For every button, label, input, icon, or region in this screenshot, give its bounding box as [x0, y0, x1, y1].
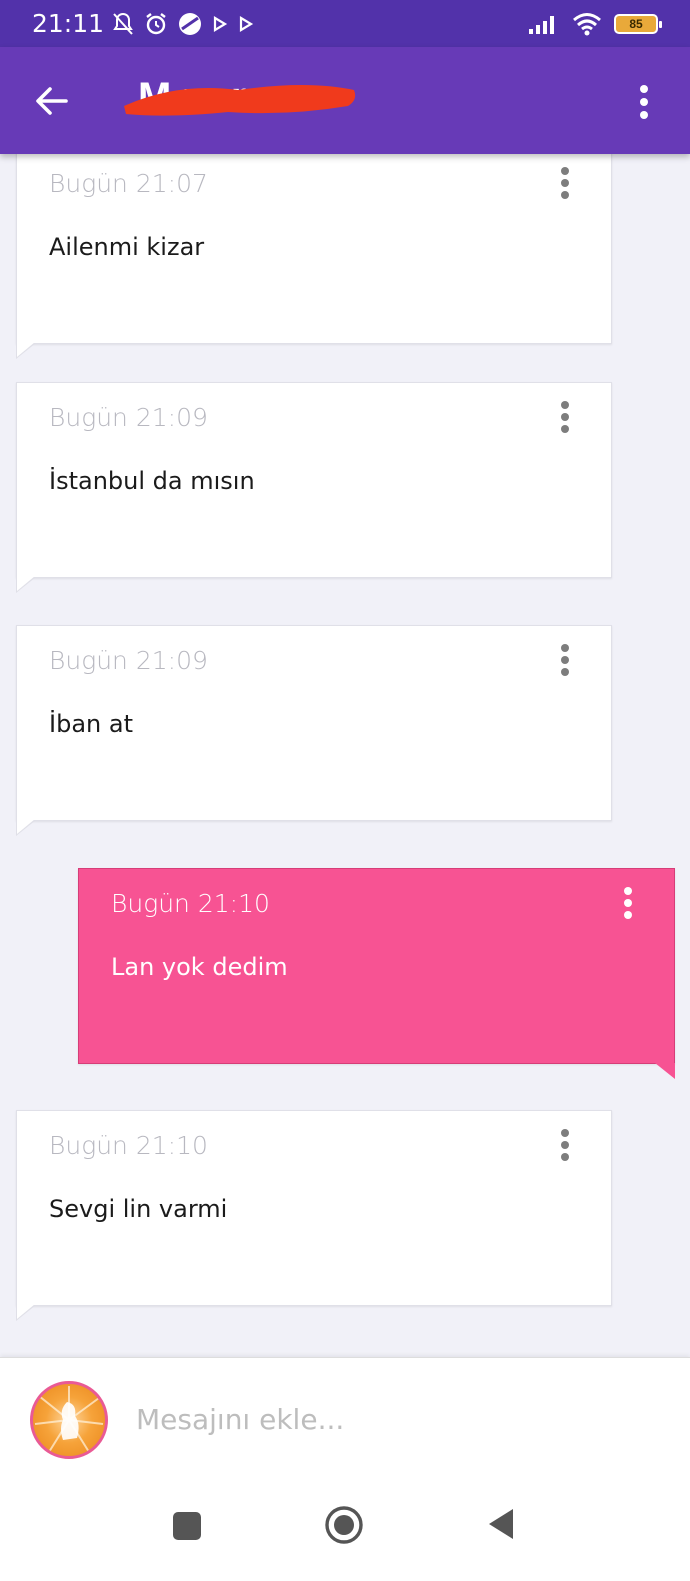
- more-vert-icon[interactable]: [559, 644, 571, 678]
- recent-apps-square-icon[interactable]: [172, 1511, 202, 1541]
- bubble-tail: [16, 819, 36, 836]
- message-time: Bugün 21:09: [49, 403, 208, 432]
- message-time: Bugün 21:07: [49, 169, 208, 198]
- status-system-icons: 85: [528, 12, 662, 36]
- status-notification-icons: [112, 12, 254, 36]
- bubble-tail: [655, 1063, 675, 1079]
- message-bubble-incoming[interactable]: Bugün 21:09 İstanbul da mısın: [16, 382, 612, 593]
- message-time: Bugün 21:10: [111, 889, 270, 918]
- back-triangle-icon[interactable]: [486, 1507, 516, 1541]
- message-bubble-outgoing[interactable]: Bugün 21:10 Lan yok dedim: [78, 868, 675, 1079]
- avatar[interactable]: [30, 1381, 108, 1459]
- system-navigation-bar: [0, 1483, 690, 1581]
- message-composer: [0, 1357, 690, 1483]
- status-time: 21:11: [32, 9, 105, 38]
- bubble-tail: [16, 1304, 36, 1321]
- back-arrow-icon[interactable]: [34, 83, 70, 119]
- message-time: Bugün 21:09: [49, 646, 208, 675]
- more-vert-icon[interactable]: [638, 85, 650, 119]
- message-text: Sevgi lin varmi: [49, 1195, 228, 1223]
- signal-icon: [529, 15, 554, 34]
- status-bar: 21:11 85: [0, 0, 690, 47]
- app-circle-icon: [179, 12, 202, 35]
- more-vert-icon[interactable]: [559, 167, 571, 201]
- message-text: Lan yok dedim: [111, 953, 288, 981]
- avatar-image-icon: [34, 1386, 104, 1453]
- chat-list[interactable]: Bugün 21:07 Ailenmi kizar Bugün 21:09 İs…: [0, 154, 690, 1357]
- bubble-tail: [16, 342, 36, 359]
- message-text: İstanbul da mısın: [49, 467, 255, 495]
- bubble-tail: [16, 576, 36, 593]
- play-icon-2: [239, 15, 254, 32]
- message-text: Ailenmi kizar: [49, 233, 205, 261]
- battery-level: 85: [629, 16, 643, 31]
- home-circle-icon[interactable]: [324, 1505, 364, 1545]
- message-bubble-incoming[interactable]: Bugün 21:07 Ailenmi kizar: [16, 154, 612, 359]
- wifi-icon: [573, 12, 601, 35]
- more-vert-icon[interactable]: [622, 887, 634, 921]
- message-bubble-incoming[interactable]: Bugün 21:10 Sevgi lin varmi: [16, 1110, 612, 1321]
- alarm-icon: [146, 12, 166, 34]
- message-text: İban at: [49, 710, 133, 738]
- more-vert-icon[interactable]: [559, 401, 571, 435]
- redaction-mark: [124, 85, 356, 116]
- bell-off-icon: [113, 12, 133, 35]
- more-vert-icon[interactable]: [559, 1129, 571, 1163]
- message-time: Bugün 21:10: [49, 1131, 208, 1160]
- message-bubble-incoming[interactable]: Bugün 21:09 İban at: [16, 625, 612, 836]
- message-input[interactable]: [136, 1396, 656, 1442]
- battery-icon: 85: [614, 13, 662, 34]
- play-icon: [213, 15, 228, 32]
